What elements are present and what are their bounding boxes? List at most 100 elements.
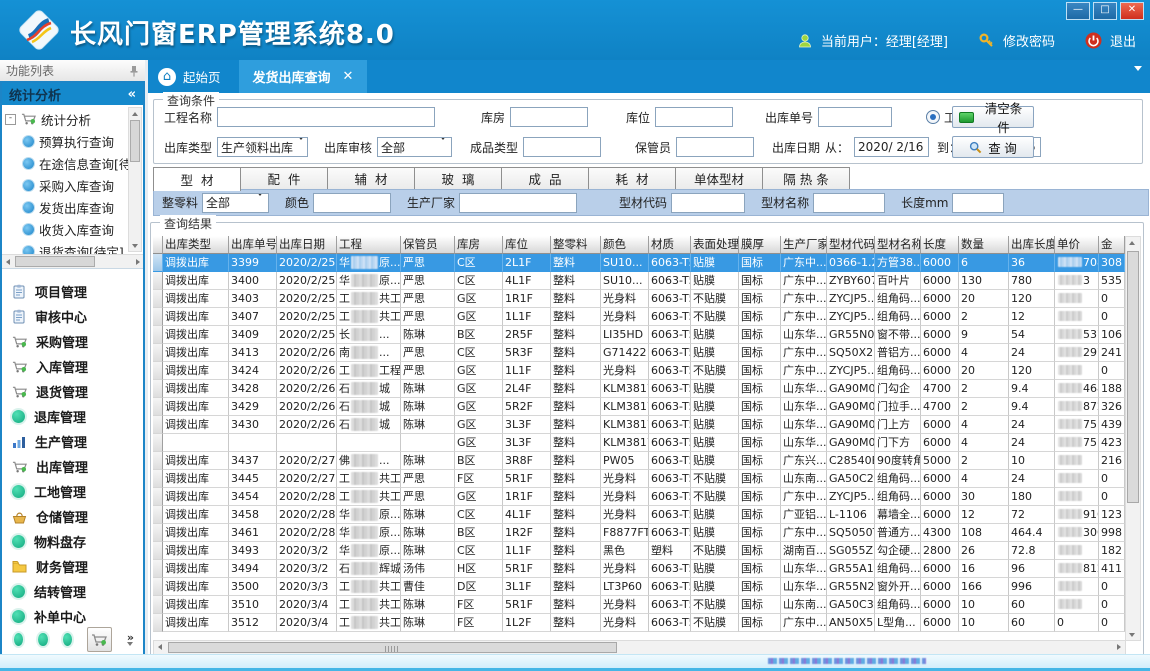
table-row[interactable]: 调拨出库34942020/3/2石辉城汤伟H区5R1F整料光身料6063-T5贴…	[153, 560, 1126, 578]
material-tab-5[interactable]: 成 品	[501, 167, 589, 189]
search-button[interactable]: 查 询	[952, 136, 1034, 158]
minimize-button[interactable]: —	[1066, 2, 1090, 20]
scrollbar-thumb[interactable]	[130, 120, 140, 162]
table-row[interactable]: 调拨出库34372020/2/27佛...陈琳B区3R8F整料PW056063-…	[153, 452, 1126, 470]
scrollbar-thumb[interactable]	[168, 642, 617, 653]
sidebar-item-3[interactable]: 采购管理	[2, 329, 143, 354]
column-header[interactable]: 金	[1099, 236, 1125, 254]
module-dot-icon[interactable]	[63, 633, 72, 646]
more-modules-button[interactable]: »	[127, 634, 134, 646]
tree-item[interactable]: 发货出库查询	[5, 196, 129, 218]
column-header[interactable]: 颜色	[601, 236, 649, 254]
tab-shipment-outbound-query[interactable]: 发货出库查询 ✕	[239, 60, 368, 93]
table-row[interactable]: 调拨出库35002020/3/3工共工程曹佳D区3L1F整料LT3P606063…	[153, 578, 1126, 596]
audit-select[interactable]: 全部	[377, 137, 452, 157]
sidebar-item-6[interactable]: 退库管理	[2, 404, 143, 429]
material-tab-8[interactable]: 隔 热 条	[762, 167, 850, 189]
cart-module-button[interactable]	[87, 627, 112, 652]
section-header-statistics[interactable]: 统计分析 «	[2, 83, 143, 105]
manufacturer-input[interactable]	[459, 193, 577, 213]
column-header[interactable]: 单价	[1055, 236, 1099, 254]
keeper-input[interactable]	[676, 137, 754, 157]
column-header[interactable]: 数量	[959, 236, 1009, 254]
column-header[interactable]: 出库类型	[163, 236, 229, 254]
material-tab-4[interactable]: 玻 璃	[414, 167, 502, 189]
column-header[interactable]: 库位	[503, 236, 551, 254]
pin-icon[interactable]	[129, 65, 139, 77]
material-tab-1[interactable]: 型 材	[153, 167, 241, 191]
table-row[interactable]: 调拨出库34092020/2/25长...陈琳B区2R5F整料LI35HD606…	[153, 326, 1126, 344]
expander-icon[interactable]: -	[5, 114, 16, 125]
column-header[interactable]: 长度	[921, 236, 959, 254]
sidebar-item-11[interactable]: 物料盘存	[2, 529, 143, 554]
table-row[interactable]: 调拨出库34542020/2/28工共工程严思G区1R1F整料光身料6063-T…	[153, 488, 1126, 506]
sidebar-item-4[interactable]: 入库管理	[2, 354, 143, 379]
material-tab-7[interactable]: 单体型材	[675, 167, 763, 189]
module-dot-icon[interactable]	[14, 633, 23, 646]
project-name-input[interactable]	[217, 107, 435, 127]
whole-part-select[interactable]: 全部	[202, 193, 269, 213]
close-button[interactable]: ✕	[1120, 2, 1144, 20]
tree-item[interactable]: 预算执行查询	[5, 130, 129, 152]
sidebar-item-8[interactable]: 出库管理	[2, 454, 143, 479]
tab-home[interactable]: ⌂ 起始页	[148, 60, 239, 93]
scrollbar-thumb[interactable]	[15, 256, 95, 267]
table-row[interactable]: 调拨出库34032020/2/25工共工程严思G区1R1F整料光身料6063-T…	[153, 290, 1126, 308]
warehouse-input[interactable]	[510, 107, 588, 127]
tree-vertical-scrollbar[interactable]	[128, 107, 142, 252]
column-header[interactable]: 出库日期	[277, 236, 337, 254]
column-header[interactable]: 膜厚	[739, 236, 781, 254]
table-row[interactable]: 调拨出库34242020/2/26工工程严思G区1L1F整料光身料6063-T5…	[153, 362, 1126, 380]
column-header[interactable]: 表面处理	[691, 236, 739, 254]
tree-item[interactable]: 收货入库查询	[5, 218, 129, 240]
tree-horizontal-scrollbar[interactable]	[2, 254, 143, 269]
sidebar-item-14[interactable]: 补单中心	[2, 604, 143, 626]
tree-root-item[interactable]: -统计分析	[5, 108, 129, 130]
table-row[interactable]: 调拨出库34002020/2/25华原...严思C区4L1F整料SU10...6…	[153, 272, 1126, 290]
sidebar-item-7[interactable]: 生产管理	[2, 429, 143, 454]
date-from-picker[interactable]: 2020/ 2/16	[854, 137, 929, 157]
tree-item[interactable]: 在途信息查询[待	[5, 152, 129, 174]
table-row[interactable]: 调拨出库34612020/2/28华原...陈琳B区1R2F整料F8877FT6…	[153, 524, 1126, 542]
table-row[interactable]: 调拨出库34282020/2/26石城陈琳G区2L4F整料KLM38176063…	[153, 380, 1126, 398]
table-row[interactable]: 调拨出库33992020/2/25华原...严思C区2L1F整料SU10...6…	[153, 254, 1126, 272]
column-header[interactable]: 库房	[455, 236, 503, 254]
column-header[interactable]: 出库单号	[229, 236, 277, 254]
tree-item[interactable]: 采购入库查询	[5, 174, 129, 196]
column-header[interactable]: 出库长度	[1009, 236, 1055, 254]
column-header[interactable]: 生产厂家	[781, 236, 827, 254]
sidebar-item-12[interactable]: 财务管理	[2, 554, 143, 579]
table-row[interactable]: 调拨出库34072020/2/25工共工程严思G区1L1F整料光身料6063-T…	[153, 308, 1126, 326]
material-tab-2[interactable]: 配 件	[240, 167, 328, 189]
table-row[interactable]: 调拨出库34132020/2/26南...严思C区5R3F整料G71422606…	[153, 344, 1126, 362]
sidebar-item-9[interactable]: 工地管理	[2, 479, 143, 504]
tab-overflow-icon[interactable]	[1134, 71, 1142, 90]
tab-close-icon[interactable]: ✕	[343, 69, 354, 84]
length-input[interactable]	[952, 193, 1004, 213]
collapse-icon[interactable]: «	[128, 87, 136, 102]
sidebar-item-2[interactable]: 审核中心	[2, 304, 143, 329]
product-type-input[interactable]	[523, 137, 601, 157]
table-row[interactable]: 调拨出库34302020/2/26石城陈琳G区3L3F整料KLM38176063…	[153, 416, 1126, 434]
out-type-select[interactable]: 生产领料出库	[217, 137, 308, 157]
column-header[interactable]: 整零料	[551, 236, 601, 254]
column-header[interactable]: 保管员	[401, 236, 455, 254]
material-tab-6[interactable]: 耗 材	[588, 167, 676, 189]
column-header[interactable]: 型材代码	[827, 236, 875, 254]
sidebar-item-13[interactable]: 结转管理	[2, 579, 143, 604]
color-input[interactable]	[313, 193, 391, 213]
table-row[interactable]: 调拨出库35102020/3/4工共工程陈琳F区5R1F整料光身料6063-T5…	[153, 596, 1126, 614]
table-row[interactable]: 调拨出库34292020/2/26石城陈琳G区5R2F整料KLM38176063…	[153, 398, 1126, 416]
table-row[interactable]: 调拨出库34932020/3/2华原...陈琳C区1L1F整料黑色塑料不贴膜国标…	[153, 542, 1126, 560]
location-input[interactable]	[655, 107, 733, 127]
table-row[interactable]: 调拨出库34452020/2/27工共工程严思F区5R1F整料光身料6063-T…	[153, 470, 1126, 488]
table-vertical-scrollbar[interactable]	[1125, 236, 1141, 641]
sidebar-item-1[interactable]: 项目管理	[2, 279, 143, 304]
module-dot-icon[interactable]	[38, 633, 47, 646]
material-tab-3[interactable]: 辅 材	[327, 167, 415, 189]
table-row[interactable]: G区3L3F整料KLM38176063-T5贴膜国标山东华...GA90M09.…	[153, 434, 1126, 452]
order-no-input[interactable]	[818, 107, 892, 127]
table-row[interactable]: 调拨出库35122020/3/4工共工程陈琳F区1L2F整料光身料6063-T5…	[153, 614, 1126, 632]
sidebar-item-5[interactable]: 退货管理	[2, 379, 143, 404]
profile-name-input[interactable]	[813, 193, 885, 213]
